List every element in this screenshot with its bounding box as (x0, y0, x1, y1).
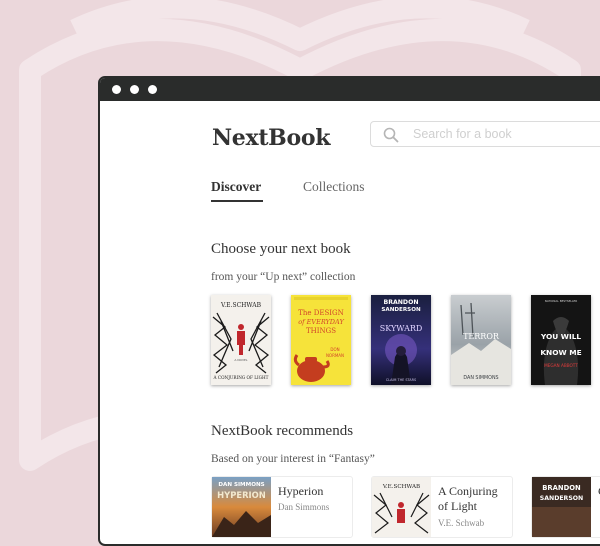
cover-author: V.E.SCHWAB (382, 484, 420, 490)
book-cover[interactable]: NATIONAL BESTSELLER YOU WILL KNOW ME MEG… (531, 295, 591, 385)
book-cover: V.E.SCHWAB (372, 477, 431, 537)
cover-author: DAN SIMMONS (463, 375, 498, 381)
book-cover[interactable]: BRANDON SANDERSON SKYWARD CLAIM THE STAR… (371, 295, 431, 385)
book-cover[interactable]: TERROR DAN SIMMONS (451, 295, 511, 385)
cover-tag: A NOVEL (234, 358, 248, 362)
app-logo[interactable]: NextBook (212, 125, 330, 151)
book-author: Dan Simmons (278, 502, 330, 512)
cover-author: NORMAN (326, 353, 344, 358)
search-icon[interactable] (383, 127, 399, 143)
cover-author: BRANDON (542, 484, 581, 492)
window-dot (148, 85, 157, 94)
book-cover: DAN SIMMONS HYPERION (212, 477, 271, 537)
cover-title-line: THINGS (306, 327, 336, 335)
tab-discover[interactable]: Discover (211, 179, 261, 195)
recommends-section-title: NextBook recommends (211, 423, 354, 439)
book-title: Hyperion (278, 484, 324, 498)
cover-title-line: of EVERYDAY (298, 318, 344, 326)
book-cover[interactable]: The DESIGN of EVERYDAY THINGS DON NORMAN (291, 295, 351, 385)
cover-title: HYPERION (217, 490, 266, 500)
browser-window: NextBook Discover Collections Choose you… (98, 76, 600, 546)
book-cover[interactable]: V.E.SCHWAB A NOVEL A CONJURING OF LIGHT (211, 295, 271, 385)
window-dot (130, 85, 139, 94)
active-tab-indicator (211, 200, 263, 202)
cover-title: A CONJURING OF LIGHT (213, 375, 269, 380)
cover-author: MEGAN ABBOTT (544, 363, 578, 368)
cover-tag: NATIONAL BESTSELLER (545, 299, 578, 303)
cover-author: SANDERSON (381, 307, 421, 313)
cover-title: SKYWARD (380, 324, 423, 333)
cover-author: DON (330, 347, 339, 352)
cover-author: BRANDON (383, 299, 418, 306)
book-author: V.E. Schwab (438, 518, 485, 528)
cover-title-line: YOU WILL (540, 332, 582, 341)
cover-title: TERROR (463, 332, 500, 341)
book-cover: BRANDON SANDERSON (532, 477, 591, 537)
up-next-section-title: Choose your next book (211, 241, 351, 257)
window-dot (112, 85, 121, 94)
cover-author: DAN SIMMONS (218, 482, 264, 488)
cover-title-line: The DESIGN (298, 309, 344, 317)
tab-collections[interactable]: Collections (303, 179, 365, 195)
search-input[interactable] (413, 125, 600, 143)
recommends-section-subtitle: Based on your interest in “Fantasy” (211, 453, 375, 465)
up-next-section-subtitle: from your “Up next” collection (211, 271, 356, 283)
cover-author: SANDERSON (540, 495, 583, 502)
cover-author: V.E.SCHWAB (220, 302, 262, 309)
cover-title-line: KNOW ME (540, 348, 581, 357)
book-title: A Conjuring of Light (438, 484, 498, 513)
cover-tag: CLAIM THE STARS (386, 378, 416, 382)
window-titlebar (100, 78, 600, 101)
search-box[interactable] (370, 121, 600, 147)
